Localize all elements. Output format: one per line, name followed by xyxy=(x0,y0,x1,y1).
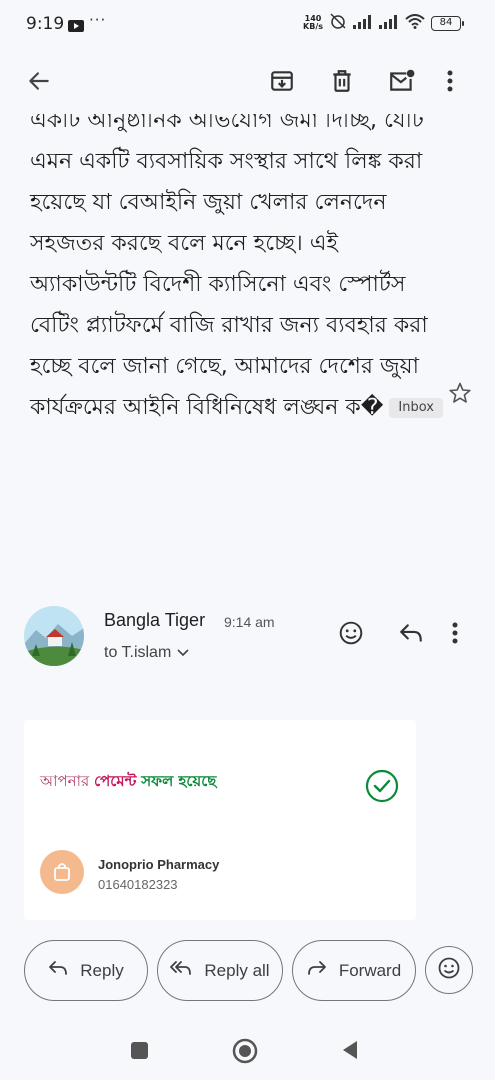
archive-icon[interactable] xyxy=(269,68,295,98)
message-text: একটি আনুষ্ঠানিক অভিযোগ জমা দিচ্ছি, যেটি … xyxy=(30,114,428,420)
speed-unit: KB/s xyxy=(303,22,323,31)
more-options-icon[interactable] xyxy=(446,68,454,98)
check-circle-icon xyxy=(365,769,399,807)
status-time: 9:19 xyxy=(26,14,65,34)
forward-button[interactable]: Forward xyxy=(292,940,416,1001)
message-body: একটি আনুষ্ঠানিক অভিযোগ জমা দিচ্ছি, যেটি … xyxy=(0,114,495,580)
reply-button[interactable]: Reply xyxy=(24,940,148,1001)
nav-back-icon[interactable] xyxy=(341,1040,359,1064)
payment-card: আপনার পেমেন্ট সফল হয়েছে Jonoprio Pharma… xyxy=(24,720,416,920)
sender-name[interactable]: Bangla Tiger xyxy=(104,610,205,631)
shopping-bag-icon xyxy=(40,850,84,894)
inbox-label[interactable]: Inbox xyxy=(389,398,443,418)
payment-title-word-2: পেমেন্ট xyxy=(94,772,137,790)
reply-all-label: Reply all xyxy=(204,960,270,980)
status-right: 140 KB/s 84 xyxy=(303,12,464,34)
video-icon xyxy=(68,17,84,36)
reply-arrow-icon xyxy=(48,960,68,981)
merchant-phone: 01640182323 xyxy=(98,877,178,892)
battery-indicator: 84 xyxy=(431,15,464,31)
star-icon[interactable] xyxy=(448,381,472,409)
network-speed: 140 KB/s xyxy=(303,15,323,31)
delete-icon[interactable] xyxy=(329,68,355,98)
back-arrow-icon[interactable] xyxy=(26,68,52,98)
system-nav-bar xyxy=(0,1012,495,1080)
sent-time: 9:14 am xyxy=(224,614,275,630)
recents-icon[interactable] xyxy=(131,1042,148,1059)
forward-arrow-icon xyxy=(307,960,327,981)
reply-all-button[interactable]: Reply all xyxy=(157,940,283,1001)
reply-all-icon xyxy=(170,960,192,981)
wifi-icon xyxy=(405,13,425,33)
reply-label: Reply xyxy=(80,960,124,980)
message-more-icon[interactable] xyxy=(451,621,459,649)
chevron-down-icon xyxy=(177,644,189,662)
merchant-name: Jonoprio Pharmacy xyxy=(98,857,220,872)
app-bar xyxy=(0,50,495,114)
mark-unread-icon[interactable] xyxy=(388,68,416,98)
action-row: Reply Reply all Forward xyxy=(0,940,495,1002)
recipient-details[interactable]: to T.islam xyxy=(104,644,189,662)
signal-icon-1 xyxy=(353,14,373,33)
payment-status-title: আপনার পেমেন্ট সফল হয়েছে xyxy=(40,770,216,795)
payment-title-word-1: আপনার xyxy=(40,772,90,790)
message-body-text: একটি আনুষ্ঠানিক অভিযোগ জমা দিচ্ছি, যেটি … xyxy=(30,114,450,428)
emoji-reaction-button[interactable] xyxy=(425,946,473,994)
status-bar: 9:19 ··· 140 KB/s 84 xyxy=(0,0,495,50)
home-icon[interactable] xyxy=(232,1038,258,1068)
payment-title-word-3: সফল হয়েছে xyxy=(141,772,217,790)
emoji-icon xyxy=(437,956,461,984)
add-reaction-icon[interactable] xyxy=(338,620,364,650)
signal-icon-2 xyxy=(379,14,399,33)
alarm-off-icon xyxy=(329,12,347,34)
status-more-dots: ··· xyxy=(89,11,107,29)
forward-label: Forward xyxy=(338,960,402,980)
recipient-text: to T.islam xyxy=(104,644,172,661)
sender-avatar[interactable] xyxy=(24,606,84,666)
reply-icon[interactable] xyxy=(398,622,424,648)
